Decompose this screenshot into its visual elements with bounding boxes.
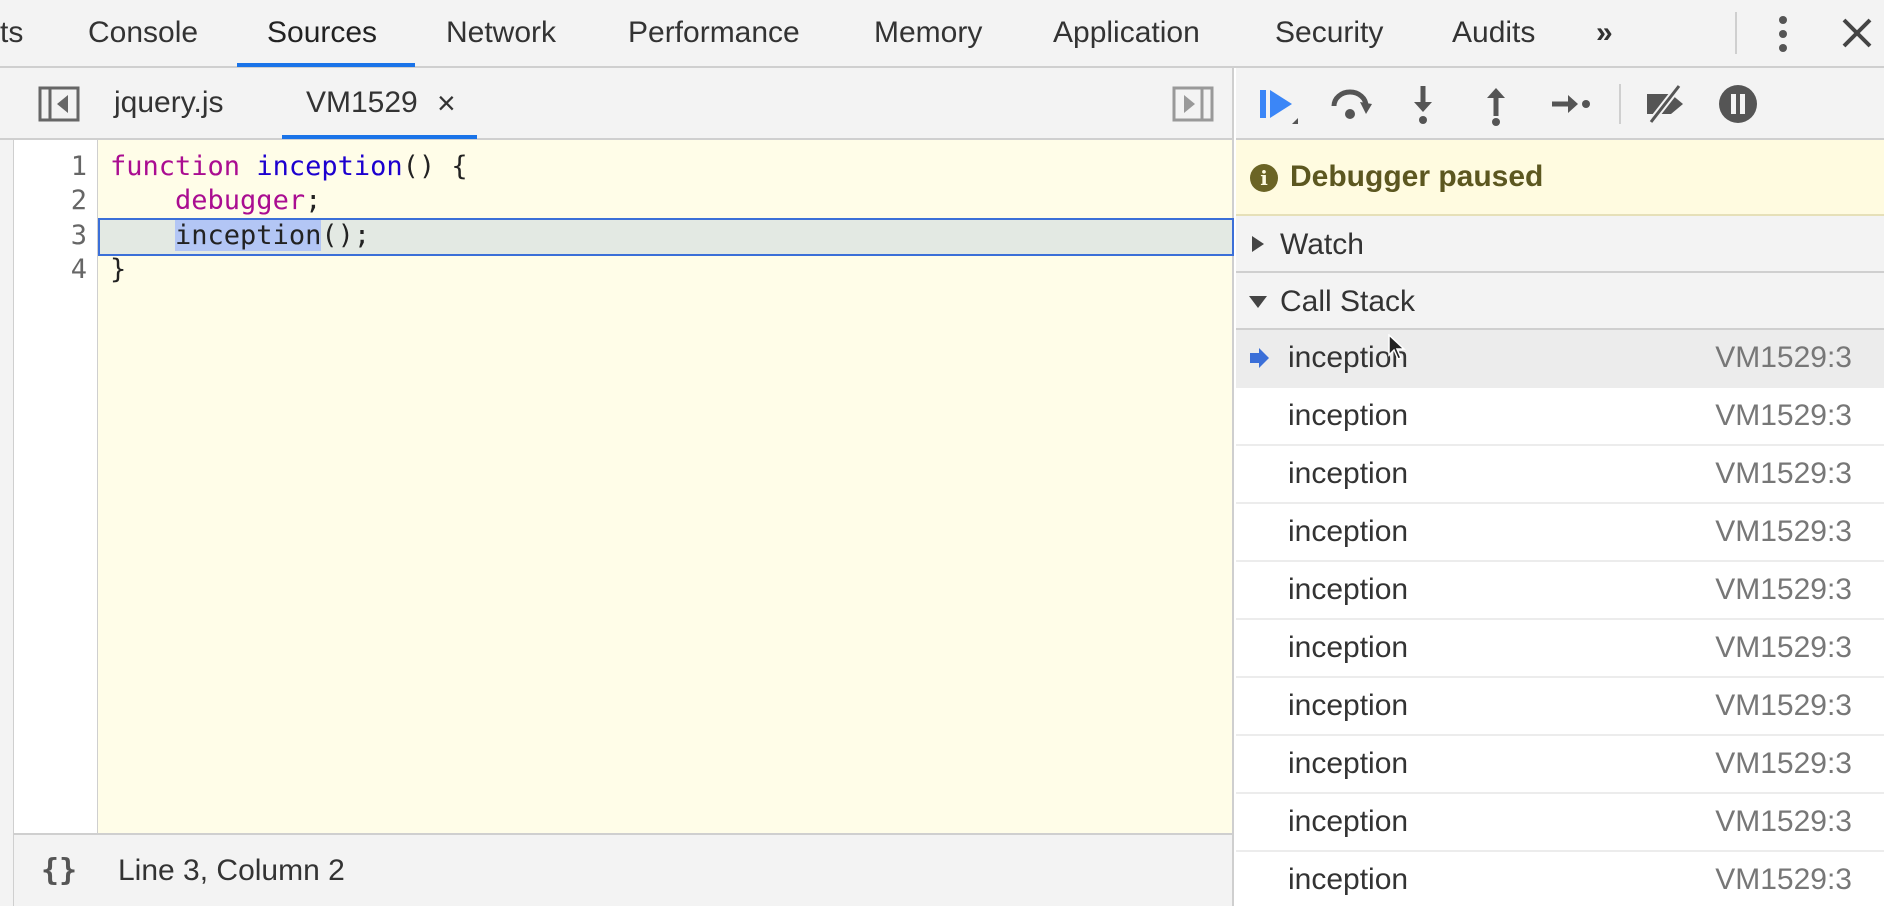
pretty-print-icon[interactable]: {} [38,851,80,891]
call-frame-location[interactable]: VM1529:3 [1715,852,1852,906]
call-stack-label: Call Stack [1280,285,1416,318]
tab-elements-partial[interactable]: ts [0,0,23,66]
call-frame-function: inception [1288,573,1409,606]
call-frame-function: inception [1288,515,1409,548]
toolbar-divider [1619,84,1621,124]
debugger-toolbar [1236,68,1884,140]
editor-tab-vm1529[interactable]: VM1529 [306,68,418,138]
call-frame-location[interactable]: VM1529:3 [1715,736,1852,792]
call-frame-location[interactable]: VM1529:3 [1715,330,1852,386]
code-line-3: inception(); [175,220,371,251]
call-frame[interactable]: inception VM1529:3 [1236,736,1884,794]
step-icon[interactable] [1546,80,1594,128]
line-number[interactable]: 1 [27,151,87,182]
line-number-gutter[interactable]: 1 2 3 4 [14,140,98,833]
call-frame[interactable]: inception VM1529:3 [1236,388,1884,446]
call-frame[interactable]: inception VM1529:3 [1236,794,1884,852]
pause-on-exceptions-icon[interactable] [1714,80,1762,128]
call-frame-function: inception [1288,631,1409,664]
code-editor[interactable]: function inception() { debugger; incepti… [98,140,1234,833]
call-frame-function: inception [1288,689,1409,722]
tab-console[interactable]: Console [88,0,198,66]
resume-icon[interactable] [1254,80,1302,128]
deactivate-breakpoints-icon[interactable] [1641,80,1689,128]
tab-memory[interactable]: Memory [874,0,982,66]
debugger-paused-banner: i Debugger paused [1236,140,1884,216]
call-frame-location[interactable]: VM1529:3 [1715,794,1852,850]
call-frame-function: inception [1288,863,1409,896]
call-frame[interactable]: inception VM1529:3 [1236,562,1884,620]
step-out-icon[interactable] [1472,80,1520,128]
code-line-2: debugger; [175,185,322,216]
editor-tabbar: jquery.js VM1529 × [0,68,1234,140]
tab-security[interactable]: Security [1275,0,1383,66]
tab-performance[interactable]: Performance [628,0,800,66]
mouse-cursor-icon [1388,334,1406,360]
editor-tab-jquery[interactable]: jquery.js [114,68,223,138]
tab-network[interactable]: Network [446,0,556,66]
tab-audits[interactable]: Audits [1452,0,1535,66]
step-into-icon[interactable] [1399,80,1447,128]
line-number[interactable]: 4 [27,254,87,285]
call-frame-location[interactable]: VM1529:3 [1715,504,1852,560]
debugger-sidebar: i Debugger paused Watch Call Stack incep… [1236,68,1884,906]
active-editor-tab-indicator [282,135,477,139]
info-icon: i [1250,164,1278,192]
call-frame[interactable]: inception VM1529:3 [1236,678,1884,736]
tab-sources[interactable]: Sources [267,0,377,66]
call-frame-function: inception [1288,805,1409,838]
expand-triangle-icon [1252,236,1264,252]
current-frame-arrow-icon [1250,348,1269,368]
call-frame-function: inception [1288,457,1409,490]
call-frame[interactable]: inception VM1529:3 [1236,620,1884,678]
code-line-1: function inception() { [110,151,468,182]
watch-section-header[interactable]: Watch [1236,216,1884,273]
tab-application[interactable]: Application [1053,0,1200,66]
editor-statusbar: {} Line 3, Column 2 [14,833,1234,906]
close-tab-icon[interactable]: × [437,68,456,138]
more-tabs-button[interactable]: » [1596,0,1613,66]
devtools-main-tabbar: ts Console Sources Network Performance M… [0,0,1884,68]
step-over-icon[interactable] [1326,80,1374,128]
call-frame-location[interactable]: VM1529:3 [1715,446,1852,502]
more-vertical-icon[interactable] [1770,14,1796,54]
call-frame-function: inception [1288,747,1409,780]
call-frame[interactable]: inception VM1529:3 [1236,852,1884,906]
toggle-debugger-icon[interactable] [1172,86,1214,122]
call-frame-location[interactable]: VM1529:3 [1715,562,1852,618]
call-frame-location[interactable]: VM1529:3 [1715,678,1852,734]
toggle-navigator-icon[interactable] [38,86,80,122]
cursor-position: Line 3, Column 2 [118,854,345,887]
collapse-triangle-icon [1249,296,1267,308]
line-number[interactable]: 2 [27,185,87,216]
close-devtools-icon[interactable] [1840,16,1874,50]
call-frame-current[interactable]: inception VM1529:3 [1236,330,1884,388]
line-number[interactable]: 3 [27,220,87,251]
toolbar-divider [1735,12,1737,54]
call-frame-location[interactable]: VM1529:3 [1715,388,1852,444]
call-frame-location[interactable]: VM1529:3 [1715,620,1852,676]
call-stack-section-header[interactable]: Call Stack [1236,273,1884,330]
watch-label: Watch [1280,228,1364,261]
active-tab-indicator [237,63,415,67]
code-line-4: } [110,254,127,285]
paused-message: Debugger paused [1290,160,1544,193]
call-frame-function: inception [1288,399,1409,432]
left-edge-strip [0,140,14,906]
call-frame[interactable]: inception VM1529:3 [1236,504,1884,562]
call-frame[interactable]: inception VM1529:3 [1236,446,1884,504]
